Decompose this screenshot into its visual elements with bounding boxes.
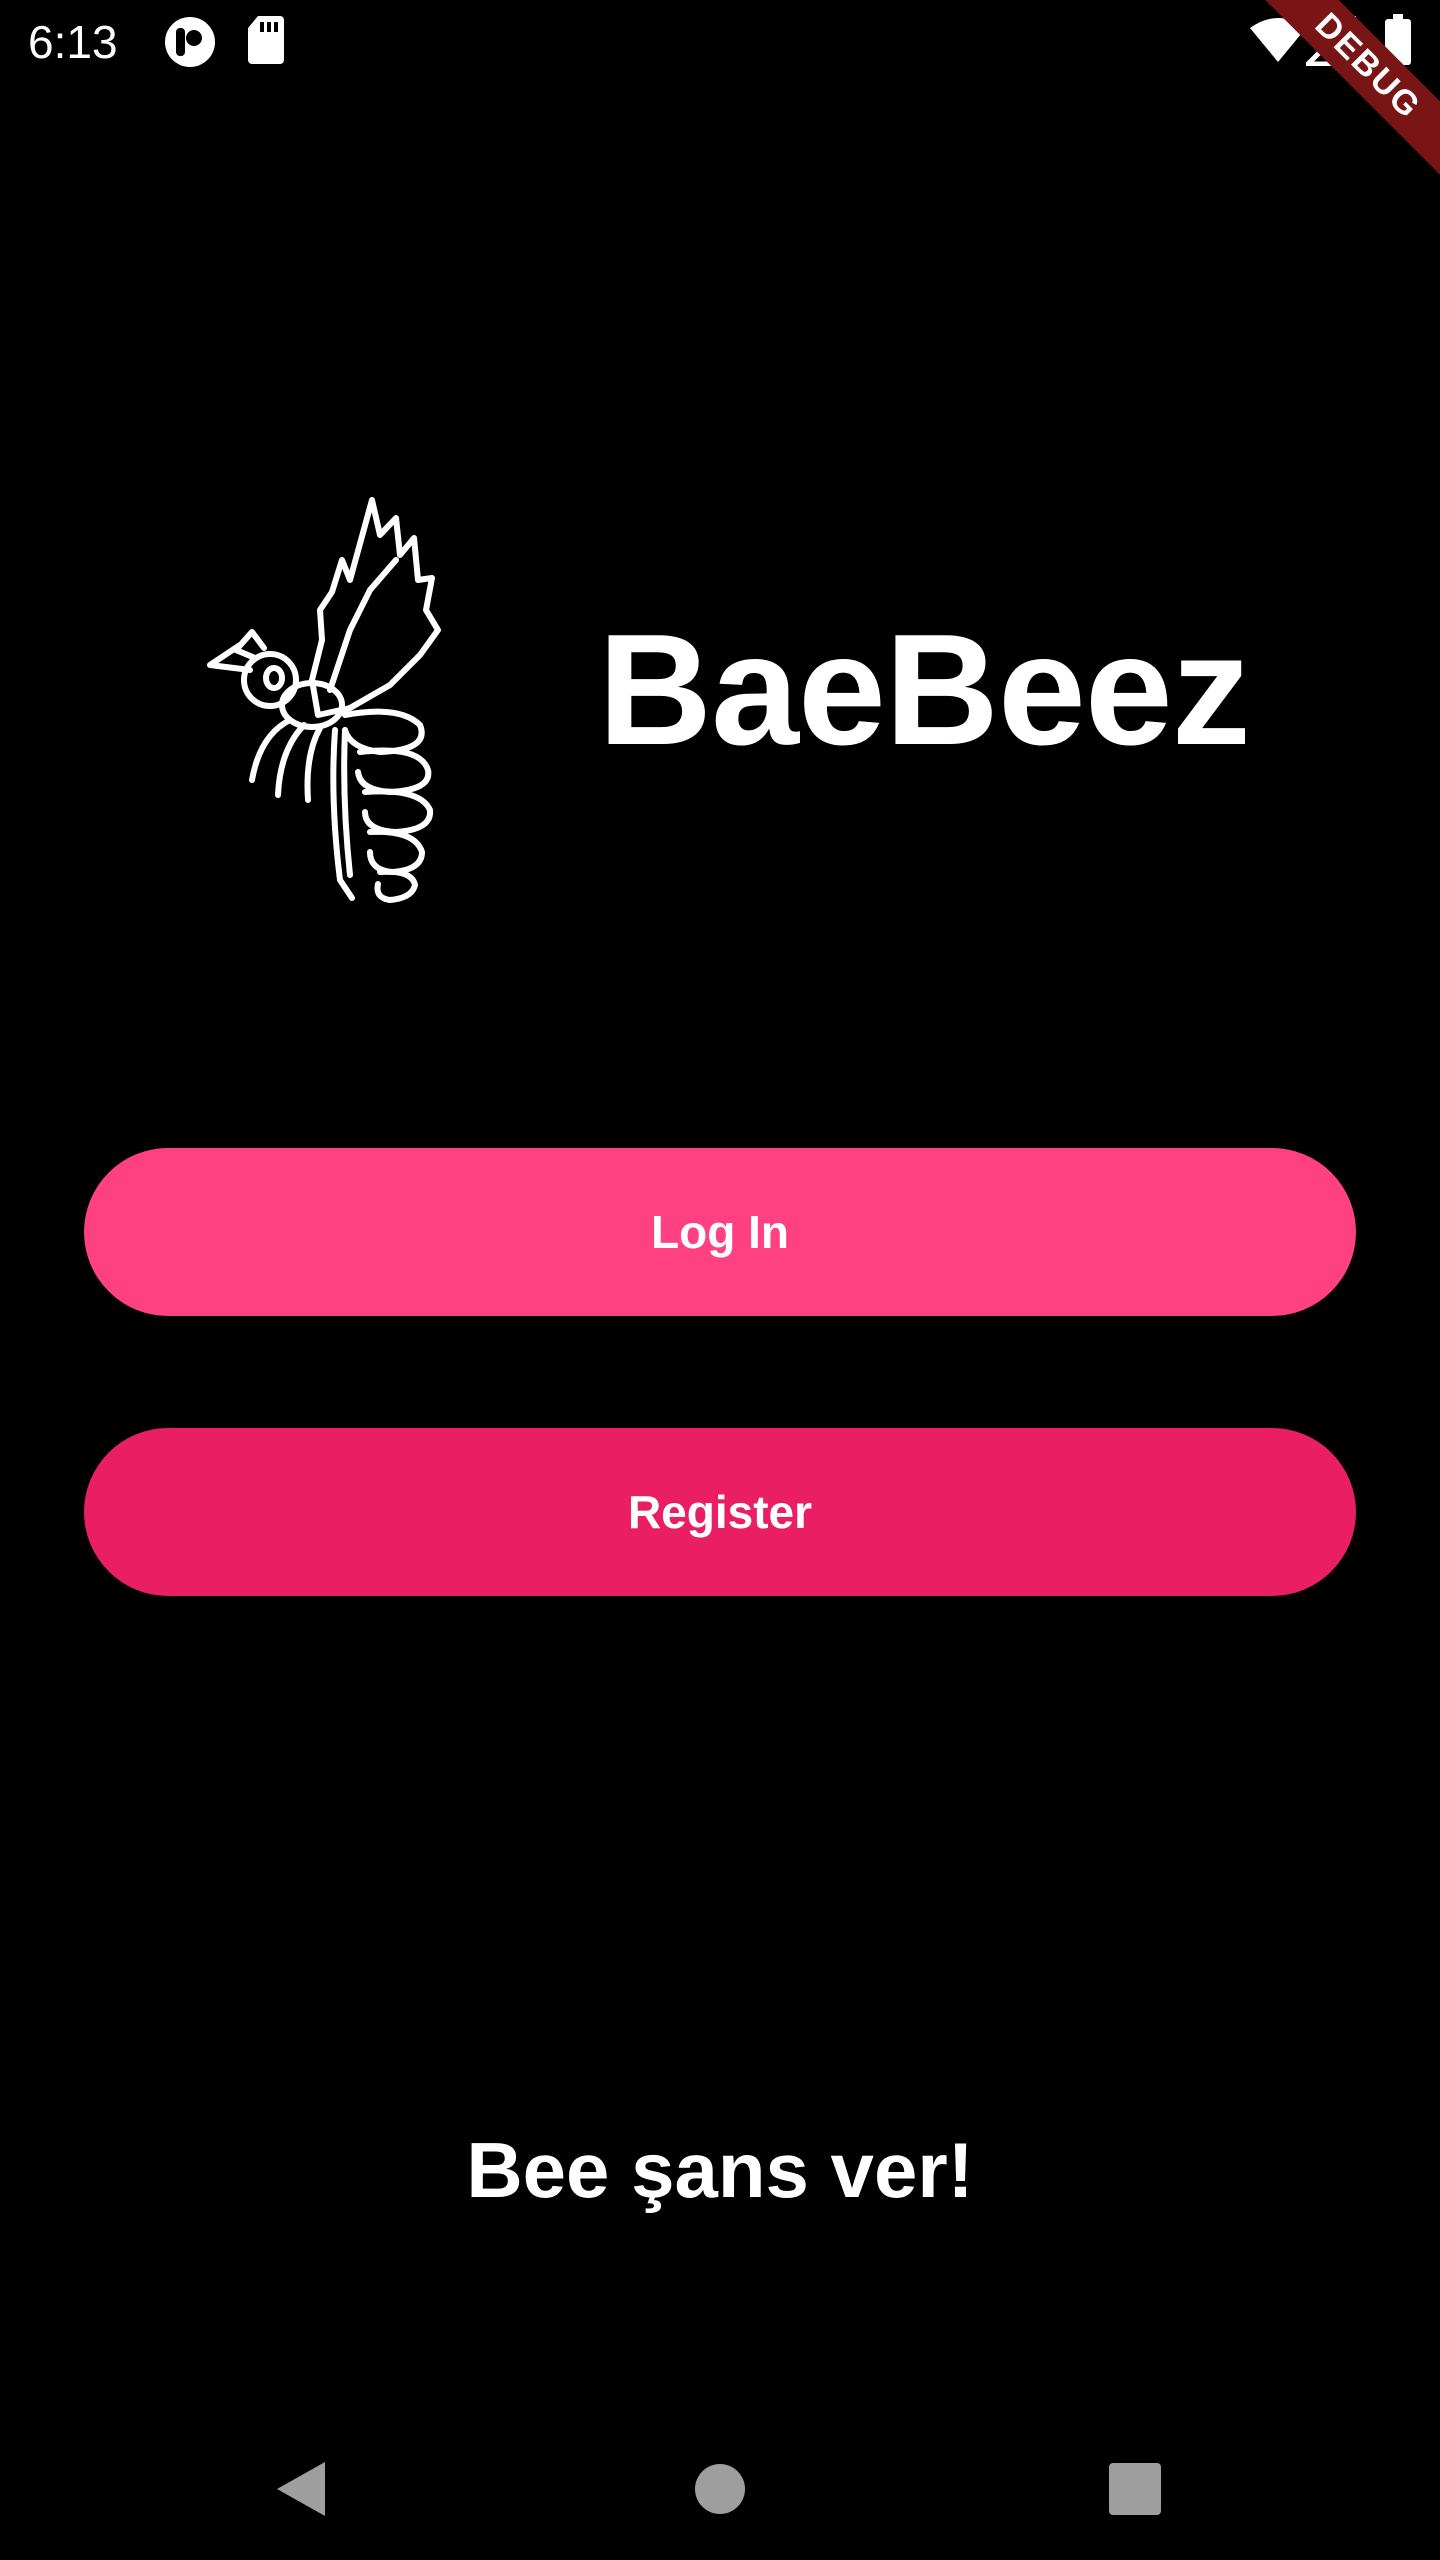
login-button[interactable]: Log In xyxy=(84,1148,1356,1316)
register-button[interactable]: Register xyxy=(84,1428,1356,1596)
slogan: Bee şans ver! xyxy=(466,2126,974,2214)
status-bar: 6:13 xyxy=(0,0,1440,84)
sd-card-icon xyxy=(246,14,286,71)
logo: BaeBeez xyxy=(200,480,1260,920)
navigation-bar xyxy=(0,2416,1440,2560)
bee-icon xyxy=(207,497,441,903)
status-time: 6:13 xyxy=(28,16,118,68)
home-icon[interactable] xyxy=(675,2444,765,2534)
app-name: BaeBeez xyxy=(598,602,1251,778)
app-notification-icon xyxy=(162,14,218,75)
back-icon[interactable] xyxy=(256,2444,346,2534)
recents-icon[interactable] xyxy=(1090,2444,1180,2534)
